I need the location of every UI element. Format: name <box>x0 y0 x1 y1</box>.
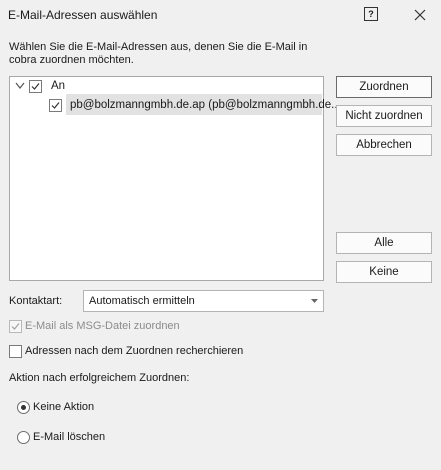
zuordnen-button[interactable]: Zuordnen <box>336 76 432 98</box>
recherchieren-checkbox[interactable] <box>9 345 22 358</box>
email-loeschen-label[interactable]: E-Mail löschen <box>33 431 105 443</box>
close-icon <box>414 9 426 21</box>
alle-button[interactable]: Alle <box>336 232 432 254</box>
help-button[interactable]: ? <box>364 7 378 21</box>
nicht-zuordnen-button[interactable]: Nicht zuordnen <box>336 105 432 127</box>
msg-datei-label: E-Mail als MSG-Datei zuordnen <box>25 320 180 332</box>
checkbox-address[interactable] <box>49 99 62 112</box>
checkmark-icon <box>31 83 40 90</box>
instruction-text: Wählen Sie die E-Mail-Adressen aus, dene… <box>9 41 308 66</box>
window-title: E-Mail-Adressen auswählen <box>8 8 158 22</box>
close-button[interactable] <box>410 5 430 25</box>
kontaktart-value: Automatisch ermitteln <box>89 295 195 307</box>
keine-button[interactable]: Keine <box>336 261 432 283</box>
checkmark-icon <box>51 102 60 109</box>
keine-aktion-label[interactable]: Keine Aktion <box>33 401 94 413</box>
kontaktart-label: Kontaktart: <box>9 295 63 307</box>
recherchieren-label[interactable]: Adressen nach dem Zuordnen recherchieren <box>25 345 243 357</box>
checkmark-icon <box>11 323 20 330</box>
email-loeschen-radio[interactable] <box>17 431 30 444</box>
title-bar: E-Mail-Adressen auswählen ? <box>0 0 441 30</box>
tree-row-an[interactable]: An <box>10 77 323 95</box>
chevron-down-icon[interactable] <box>15 82 25 90</box>
dropdown-arrow-icon <box>311 299 318 303</box>
tree-label-an: An <box>51 80 66 92</box>
tree-row-address[interactable]: pb@bolzmanngmbh.de.ap (pb@bolzmanngmbh.d… <box>10 96 341 114</box>
abbrechen-button[interactable]: Abbrechen <box>336 134 432 156</box>
aktion-label: Aktion nach erfolgreichem Zuordnen: <box>9 372 190 384</box>
radio-selected-dot <box>21 405 26 410</box>
address-tree[interactable]: An pb@bolzmanngmbh.de.ap (pb@bolzmanngmb… <box>9 76 341 281</box>
checkbox-an[interactable] <box>29 80 42 93</box>
msg-datei-checkbox <box>9 320 22 333</box>
kontaktart-select[interactable]: Automatisch ermitteln <box>83 290 324 312</box>
keine-aktion-radio[interactable] <box>17 401 30 414</box>
tree-label-address: pb@bolzmanngmbh.de.ap (pb@bolzmanngmbh.d… <box>70 99 341 111</box>
